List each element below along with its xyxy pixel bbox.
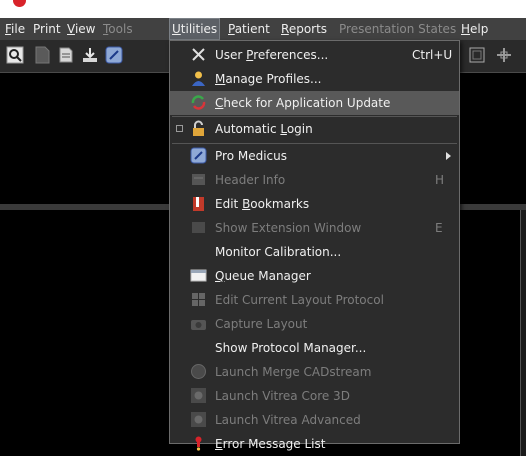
automatic-login-checkbox[interactable]	[176, 125, 183, 132]
tools-icon	[192, 48, 205, 61]
menu-presentation-states[interactable]: Presentation States	[337, 18, 458, 40]
vertical-scrollbar[interactable]	[520, 210, 526, 456]
menu-tools[interactable]: Tools	[101, 18, 135, 40]
menu-item-launch-merge-cadstream[interactable]: Launch Merge CADstream	[170, 360, 459, 384]
menu-item-pro-medicus[interactable]: Pro Medicus	[170, 144, 459, 168]
menu-view[interactable]: View	[65, 18, 97, 40]
update-icon	[191, 95, 206, 110]
menu-help[interactable]: Help	[459, 18, 490, 40]
document-icon[interactable]	[33, 46, 51, 64]
menu-item-user-preferences[interactable]: User Preferences... Ctrl+U	[170, 43, 459, 67]
user-profile-icon	[192, 71, 205, 86]
layout-protocol-icon	[192, 293, 205, 306]
pro-medicus-toolbar-icon[interactable]	[105, 46, 123, 64]
shortcut-e: E	[435, 221, 443, 235]
menu-item-edit-layout-protocol[interactable]: Edit Current Layout Protocol	[170, 288, 459, 312]
layout-icon[interactable]	[468, 46, 486, 64]
menu-reports[interactable]: Reports	[279, 18, 329, 40]
menu-item-launch-vitrea-core-3d[interactable]: Launch Vitrea Core 3D	[170, 384, 459, 408]
queue-manager-icon	[190, 269, 207, 282]
menu-patient[interactable]: Patient	[226, 18, 272, 40]
menu-print[interactable]: Print	[31, 18, 63, 40]
report-icon[interactable]	[57, 46, 75, 64]
menu-item-edit-bookmarks[interactable]: Edit Bookmarks	[170, 192, 459, 216]
vitrea-advanced-icon	[191, 412, 206, 427]
viewport-bottom-right[interactable]	[460, 210, 526, 456]
menu-bar: File Print View Tools Utilities Patient …	[0, 18, 526, 40]
cadstream-icon	[191, 364, 206, 379]
pro-medicus-icon	[190, 147, 207, 164]
menu-item-header-info[interactable]: Header Info H	[170, 168, 459, 192]
menu-item-error-message-list[interactable]: Error Message List	[170, 432, 459, 456]
menu-file[interactable]: File	[3, 18, 27, 40]
menu-item-automatic-login[interactable]: Automatic Login	[170, 117, 459, 141]
menu-item-show-protocol-manager[interactable]: Show Protocol Manager...	[170, 336, 459, 360]
crosshair-icon[interactable]	[495, 46, 513, 64]
menu-item-manage-profiles[interactable]: Manage Profiles...	[170, 67, 459, 91]
vitrea-core-icon	[191, 388, 206, 403]
error-alert-icon	[195, 436, 202, 451]
menu-utilities[interactable]: Utilities	[169, 18, 221, 40]
menu-item-check-update[interactable]: Check for Application Update	[170, 91, 459, 115]
shortcut-h: H	[435, 173, 445, 187]
utilities-menu: User Preferences... Ctrl+U Manage Profil…	[169, 40, 460, 451]
extension-window-icon	[192, 222, 205, 233]
study-browser-icon[interactable]	[6, 46, 24, 64]
bookmark-icon	[193, 197, 204, 211]
menu-item-show-extension-window[interactable]: Show Extension Window E	[170, 216, 459, 240]
menu-item-monitor-calibration[interactable]: Monitor Calibration...	[170, 240, 459, 264]
menu-item-launch-vitrea-advanced[interactable]: Launch Vitrea Advanced	[170, 408, 459, 432]
shortcut-ctrl-u: Ctrl+U	[412, 48, 453, 62]
camera-icon	[191, 320, 206, 330]
window-title-strip	[0, 0, 526, 18]
padlock-icon	[193, 120, 204, 136]
app-logo-icon	[13, 0, 26, 7]
download-icon[interactable]	[81, 46, 99, 64]
menu-item-queue-manager[interactable]: Queue Manager	[170, 264, 459, 288]
menu-item-capture-layout[interactable]: Capture Layout	[170, 312, 459, 336]
header-info-icon	[192, 174, 205, 185]
submenu-arrow-icon	[446, 152, 451, 160]
